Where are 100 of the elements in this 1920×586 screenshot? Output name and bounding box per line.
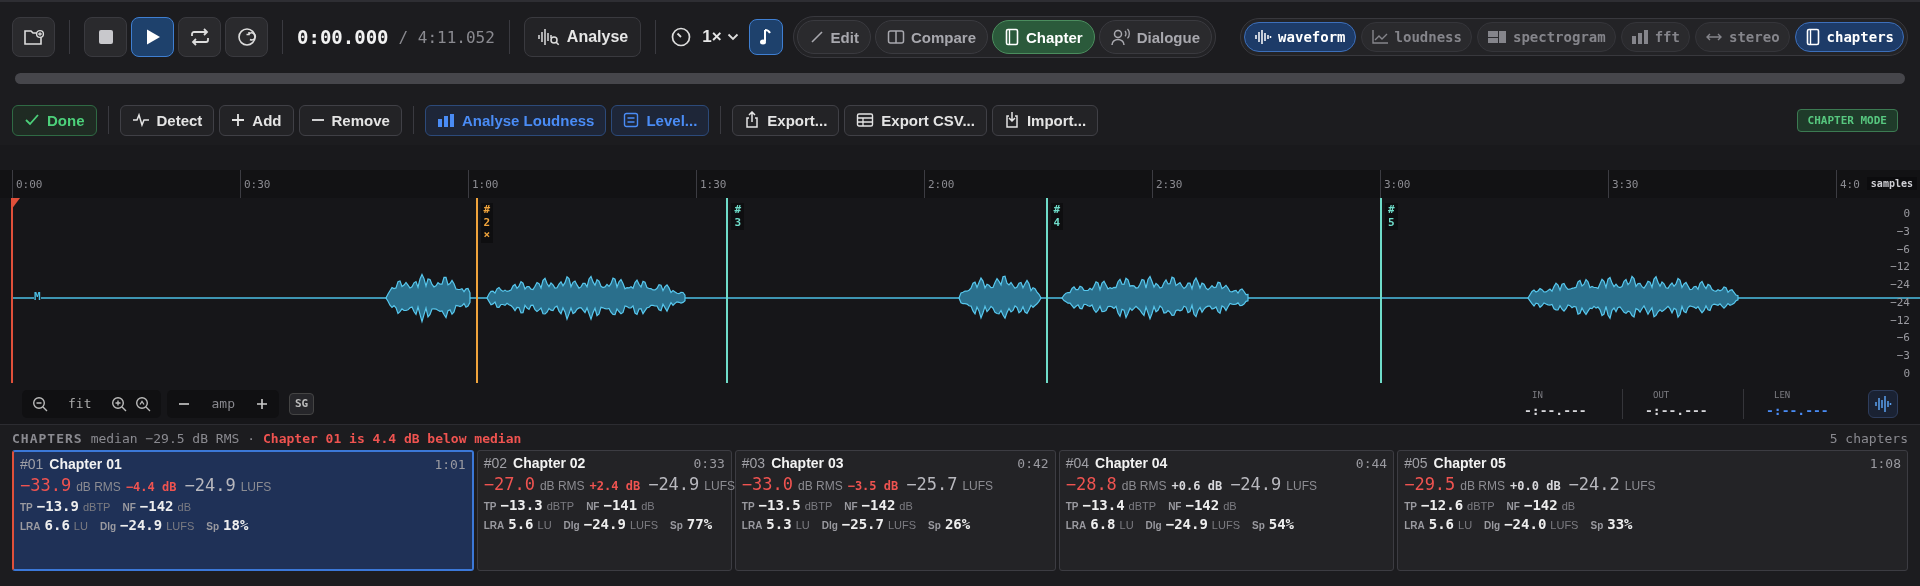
toolbar-button[interactable]: Export CSV... (844, 104, 987, 136)
stat-label: Dlg (1484, 520, 1501, 531)
lufs-value: −24.2 (1568, 474, 1620, 494)
toolbar-button[interactable]: Remove (298, 104, 402, 136)
toolbar-button[interactable]: Detect (119, 104, 215, 136)
zoom-reset-icon[interactable] (135, 395, 152, 412)
playhead[interactable] (11, 198, 21, 383)
zoom-in-icon[interactable] (111, 395, 128, 412)
unit-label: LU (73, 520, 88, 532)
stat-value: −13.9 (36, 498, 79, 514)
mode-tab[interactable]: Chapter (992, 20, 1095, 54)
rms-value: −28.8 (1065, 474, 1117, 494)
stat-value: −142 (861, 497, 896, 513)
clock-icon (670, 26, 693, 48)
stat-label: Sp (1590, 520, 1604, 531)
mode-tab[interactable]: Edit (796, 20, 871, 54)
stat-label: NF (844, 501, 858, 512)
warning-text: Chapter 01 is 4.4 dB below median (263, 431, 522, 446)
delta-value: −4.4 dB (125, 480, 177, 494)
unit-label: LUFS (1550, 519, 1579, 531)
unit-label: dB (899, 500, 913, 512)
pulse-icon (131, 113, 150, 127)
view-toggle[interactable]: fft (1620, 22, 1690, 52)
toolbar-button[interactable]: Analyse Loudness (424, 104, 607, 136)
timecode-field[interactable]: -:--.--- (1524, 402, 1600, 418)
waveform-view-button[interactable] (1868, 389, 1898, 418)
db-scale-label: −12 (1890, 314, 1910, 326)
stat-value: 77% (686, 516, 713, 532)
loop-button[interactable] (178, 17, 221, 57)
delta-value: +0.0 dB (1510, 479, 1561, 493)
plus-icon[interactable] (254, 396, 269, 411)
delta-value: +2.4 dB (589, 479, 641, 493)
stat-label: NF (122, 502, 136, 513)
unit-label: dBTP (82, 501, 111, 513)
view-toggle[interactable]: loudness (1360, 22, 1472, 52)
open-folder-button[interactable] (12, 17, 55, 57)
unit-label: LUFS (1286, 479, 1317, 493)
chapter-marker-line[interactable] (1045, 198, 1048, 383)
unit-label: LUFS (240, 480, 272, 494)
timecode-label: IN (1531, 389, 1544, 400)
unit-label: LU (1458, 519, 1473, 531)
mode-tab[interactable]: Compare (874, 20, 988, 54)
toolbar-button[interactable]: Done (12, 104, 97, 136)
stat-value: −142 (1523, 497, 1558, 513)
stat-label: LRA (20, 521, 41, 532)
stat-value: −24.9 (1165, 516, 1208, 532)
stat-value: 5.6 (1428, 516, 1454, 532)
unit-label: LU (1119, 519, 1134, 531)
view-toggle[interactable]: waveform (1244, 22, 1356, 52)
stop-button[interactable] (84, 17, 127, 57)
marker-label: #3 (734, 204, 741, 230)
timecode-field[interactable]: -:--.--- (1645, 402, 1721, 418)
chapter-card[interactable]: #01 Chapter 01 1:01 −33.9 dB RMS −4.4 dB −24.9 LUFS TP −13.9 dBTP NF −142 dB LRA 6.6 LU Dlg −24.9 LUFS Sp 18% (12, 450, 474, 571)
chapter-number: #03 (741, 455, 766, 471)
chapter-marker-line[interactable] (1380, 198, 1382, 383)
marker-label: #5 (1388, 204, 1395, 230)
playback-position: 0:00.000 (297, 26, 389, 48)
lufs-value: −24.9 (648, 474, 700, 494)
analyse-button[interactable]: Analyse (523, 17, 642, 57)
replay-icon (236, 27, 257, 47)
chapter-marker-line[interactable] (475, 198, 478, 383)
stat-value: −13.5 (758, 497, 801, 513)
total-duration: / 4:11.052 (398, 27, 495, 47)
toolbar-button[interactable]: Level... (611, 104, 710, 136)
speed-dropdown[interactable]: 1× (698, 27, 743, 47)
stat-value: −142 (1185, 497, 1220, 513)
replay-button[interactable] (225, 17, 268, 57)
play-button[interactable] (131, 17, 174, 57)
toolbar-button[interactable]: Add (219, 104, 294, 136)
unit-label: LUFS (704, 479, 735, 493)
toolbar-button[interactable]: Import... (991, 104, 1099, 136)
view-toggle[interactable]: stereo (1695, 22, 1790, 52)
remove-marker-button[interactable]: × (483, 229, 491, 242)
caret-icon (726, 33, 739, 41)
db-scale-label: −24 (1890, 279, 1910, 291)
delta-value: +0.6 dB (1171, 479, 1223, 493)
unit-label: LU (795, 519, 810, 531)
chapter-duration: 0:42 (1017, 456, 1049, 471)
unit-label: dB RMS (798, 479, 843, 493)
db-scale-label: −3 (1896, 350, 1910, 362)
stat-label: LRA (483, 520, 505, 531)
toolbar-button[interactable]: Export... (732, 104, 840, 136)
view-toggle[interactable]: chapters (1794, 22, 1904, 52)
chapter-card[interactable]: #05 Chapter 05 1:08 −29.5 dB RMS +0.0 dB −24.2 LUFS TP −12.6 dBTP NF −142 dB LRA 5.6 LU Dlg −24.0 LUFS Sp 33% (1397, 450, 1908, 571)
lufs-value: −25.7 (906, 474, 958, 494)
sg-button[interactable]: SG (288, 392, 315, 415)
stat-value: −142 (139, 498, 174, 514)
stop-icon (96, 28, 115, 46)
chapter-marker-line[interactable] (726, 198, 729, 383)
unit-label: LUFS (166, 520, 195, 532)
music-note-button[interactable] (748, 19, 783, 55)
view-toggle[interactable]: spectrogram (1476, 22, 1616, 52)
stat-value: −25.7 (841, 516, 884, 532)
chapter-card[interactable]: #04 Chapter 04 0:44 −28.8 dB RMS +0.6 dB −24.9 LUFS TP −13.4 dBTP NF −142 dB LRA 6.8 LU Dlg −24.9 LUFS Sp 54% (1058, 450, 1395, 571)
stat-label: LRA (741, 520, 763, 531)
stat-label: NF (586, 501, 600, 512)
zoom-out-icon[interactable] (32, 395, 48, 412)
chapter-card[interactable]: #03 Chapter 03 0:42 −33.0 dB RMS −3.5 dB −25.7 LUFS TP −13.5 dBTP NF −142 dB LRA 5.3 LU Dlg −25.7 LUFS Sp 26% (734, 450, 1056, 571)
fit-button[interactable]: fit (56, 396, 104, 411)
mode-tab[interactable]: Dialogue (1098, 20, 1212, 54)
